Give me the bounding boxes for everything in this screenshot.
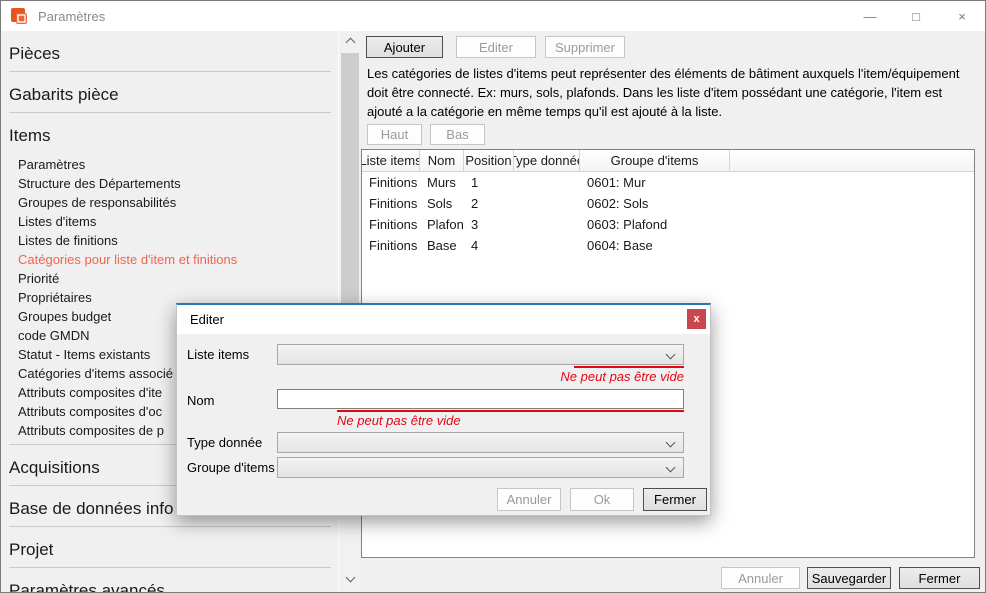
cell-groupe-items: 0602: Sols xyxy=(580,196,730,211)
dialog-ok-button[interactable]: Ok xyxy=(570,488,634,511)
sidebar-item-parametres-avances[interactable]: Paramètres avancés xyxy=(9,568,331,592)
scrollbar-thumb[interactable] xyxy=(341,53,359,308)
cell-groupe-items: 0601: Mur xyxy=(580,175,730,190)
move-up-button[interactable]: Haut xyxy=(367,124,422,145)
cell-nom: Murs xyxy=(420,175,464,190)
nom-error-underline xyxy=(337,410,684,412)
cell-liste-items: Finitions xyxy=(362,175,420,190)
window-controls: — □ × xyxy=(847,1,985,31)
window-title: Paramètres xyxy=(38,9,105,24)
table-header-row: Liste items Nom Position Type donnée Gro… xyxy=(362,150,974,172)
table-row[interactable]: Finitions Plafonds 3 0603: Plafond xyxy=(362,214,974,235)
chevron-down-icon xyxy=(666,350,676,360)
cell-nom: Base xyxy=(420,238,464,253)
column-header-nom[interactable]: Nom xyxy=(420,150,464,171)
delete-button[interactable]: Supprimer xyxy=(545,36,625,58)
add-button[interactable]: Ajouter xyxy=(366,36,443,58)
sidebar-item-projet[interactable]: Projet xyxy=(9,527,331,567)
chevron-down-icon xyxy=(666,463,676,473)
sidebar-section-gabarits: Gabarits pièce xyxy=(9,72,331,113)
close-button[interactable]: × xyxy=(939,1,985,31)
scroll-down-icon[interactable] xyxy=(339,568,361,586)
edit-button[interactable]: Editer xyxy=(456,36,536,58)
category-description: Les catégories de listes d'items peut re… xyxy=(367,64,979,121)
nom-label: Nom xyxy=(187,393,214,408)
footer-save-button[interactable]: Sauvegarder xyxy=(807,567,891,589)
liste-items-error-underline xyxy=(574,366,684,368)
cell-liste-items: Finitions xyxy=(362,196,420,211)
sidebar-item-items[interactable]: Items xyxy=(9,113,331,153)
sidebar-item-pieces[interactable]: Pièces xyxy=(9,31,331,71)
move-down-button[interactable]: Bas xyxy=(430,124,485,145)
groupe-items-select[interactable] xyxy=(277,457,684,478)
edit-dialog: Editer x Liste items Ne peut pas être vi… xyxy=(176,303,711,516)
scroll-up-icon[interactable] xyxy=(339,33,361,51)
type-donnee-label: Type donnée xyxy=(187,435,262,450)
nom-input[interactable] xyxy=(277,389,684,409)
sidebar-section-projet: Projet xyxy=(9,527,331,568)
table-row[interactable]: Finitions Base 4 0604: Base xyxy=(362,235,974,256)
cell-position: 1 xyxy=(464,175,514,190)
minimize-button[interactable]: — xyxy=(847,1,893,31)
table-row[interactable]: Finitions Murs 1 0601: Mur xyxy=(362,172,974,193)
chevron-down-icon xyxy=(666,438,676,448)
liste-items-label: Liste items xyxy=(187,347,249,362)
dialog-title: Editer xyxy=(190,312,224,327)
app-logo-icon xyxy=(10,6,30,26)
title-bar: Paramètres — □ × xyxy=(1,1,985,31)
type-donnee-select[interactable] xyxy=(277,432,684,453)
cell-position: 2 xyxy=(464,196,514,211)
sidebar-subitem-listes-finitions[interactable]: Listes de finitions xyxy=(9,231,331,250)
sidebar-subitem-structure-departements[interactable]: Structure des Départements xyxy=(9,174,331,193)
sidebar-subitem-listes-items[interactable]: Listes d'items xyxy=(9,212,331,231)
column-header-groupe-items[interactable]: Groupe d'items xyxy=(580,150,730,171)
maximize-button[interactable]: □ xyxy=(893,1,939,31)
cell-groupe-items: 0603: Plafond xyxy=(580,217,730,232)
table-row[interactable]: Finitions Sols 2 0602: Sols xyxy=(362,193,974,214)
liste-items-select[interactable] xyxy=(277,344,684,365)
dialog-cancel-button[interactable]: Annuler xyxy=(497,488,561,511)
sidebar-subitem-groupes-responsabilites[interactable]: Groupes de responsabilités xyxy=(9,193,331,212)
column-header-liste-items[interactable]: Liste items xyxy=(362,150,420,171)
settings-window: Paramètres — □ × Pièces Gabarits pièce I… xyxy=(0,0,986,593)
cell-position: 4 xyxy=(464,238,514,253)
sidebar-section-parametres-avances: Paramètres avancés xyxy=(9,568,331,592)
sidebar-subitem-categories-liste-item-finitions[interactable]: Catégories pour liste d'item et finition… xyxy=(9,250,331,269)
dialog-close-button[interactable]: x xyxy=(687,309,706,329)
liste-items-error: Ne peut pas être vide xyxy=(277,369,684,384)
footer-cancel-button[interactable]: Annuler xyxy=(721,567,800,589)
column-header-position[interactable]: Position xyxy=(464,150,514,171)
groupe-items-label: Groupe d'items xyxy=(187,460,275,475)
footer-close-button[interactable]: Fermer xyxy=(899,567,980,589)
dialog-title-bar: Editer xyxy=(177,305,710,334)
nom-error: Ne peut pas être vide xyxy=(337,413,461,428)
cell-nom: Plafonds xyxy=(420,217,464,232)
cell-nom: Sols xyxy=(420,196,464,211)
cell-groupe-items: 0604: Base xyxy=(580,238,730,253)
sidebar-item-gabarits-piece[interactable]: Gabarits pièce xyxy=(9,72,331,112)
sidebar-subitem-priorite[interactable]: Priorité xyxy=(9,269,331,288)
cell-liste-items: Finitions xyxy=(362,238,420,253)
cell-position: 3 xyxy=(464,217,514,232)
sidebar-section-pieces: Pièces xyxy=(9,31,331,72)
cell-liste-items: Finitions xyxy=(362,217,420,232)
column-header-type-donnee[interactable]: Type donnée xyxy=(514,150,580,171)
sidebar-subitem-parametres[interactable]: Paramètres xyxy=(9,155,331,174)
dialog-close-action-button[interactable]: Fermer xyxy=(643,488,707,511)
